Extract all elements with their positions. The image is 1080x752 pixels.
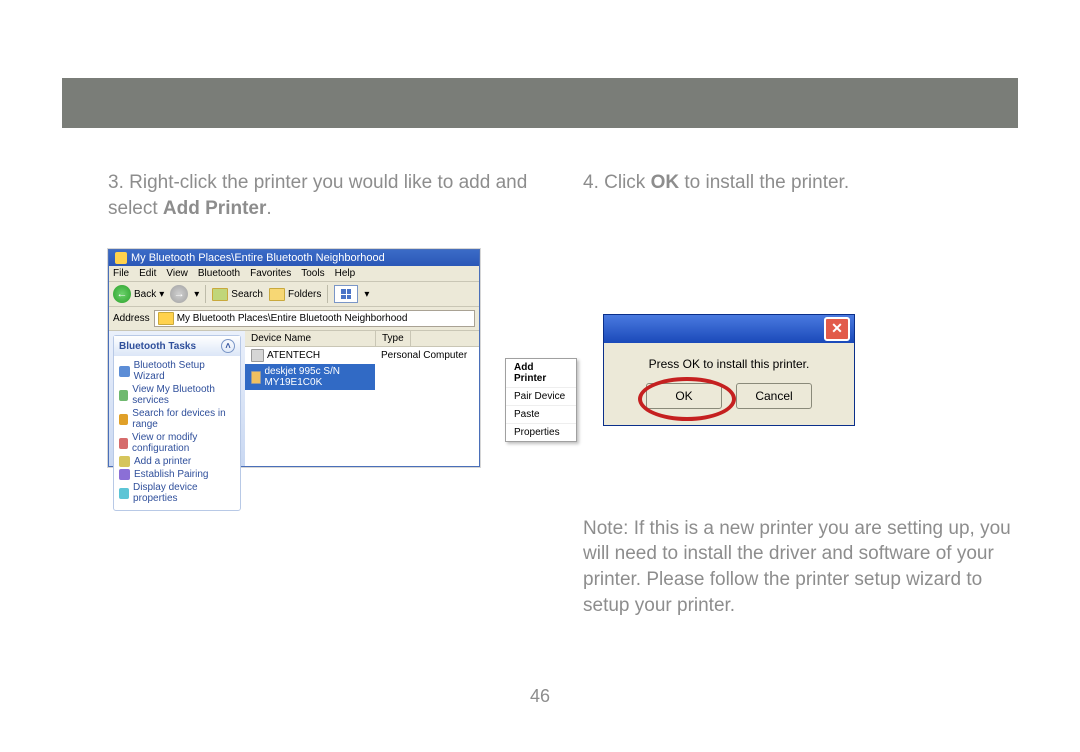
back-button[interactable]: ← Back ▾ bbox=[113, 285, 164, 303]
sidebar-item-label: Bluetooth Setup Wizard bbox=[134, 360, 235, 382]
folder-icon bbox=[269, 288, 285, 301]
sidebar-item[interactable]: Search for devices in range bbox=[119, 407, 235, 431]
sidebar-item-label: View or modify configuration bbox=[132, 432, 235, 454]
address-label: Address bbox=[113, 313, 150, 324]
toolbar: ← Back ▾ → ▾ Search Folders bbox=[109, 282, 479, 307]
search-label: Search bbox=[231, 289, 263, 300]
sidebar-item[interactable]: View or modify configuration bbox=[119, 431, 235, 455]
back-icon: ← bbox=[113, 285, 131, 303]
task-icon bbox=[119, 469, 130, 480]
explorer-window: My Bluetooth Places\Entire Bluetooth Nei… bbox=[108, 249, 480, 467]
address-field[interactable]: My Bluetooth Places\Entire Bluetooth Nei… bbox=[154, 310, 475, 327]
cancel-button[interactable]: Cancel bbox=[736, 383, 812, 409]
search-icon bbox=[212, 288, 228, 301]
view-button[interactable] bbox=[334, 285, 358, 303]
titlebar: My Bluetooth Places\Entire Bluetooth Nei… bbox=[109, 250, 479, 266]
sidebar-item[interactable]: View My Bluetooth services bbox=[119, 383, 235, 407]
note-text: Note: If this is a new printer you are s… bbox=[583, 516, 1018, 619]
sidebar-item[interactable]: Add a printer bbox=[119, 455, 235, 468]
task-icon bbox=[119, 438, 128, 449]
side-panel-title: Bluetooth Tasks bbox=[119, 341, 196, 352]
location-icon bbox=[158, 312, 174, 325]
task-icon bbox=[119, 414, 128, 425]
window-title: My Bluetooth Places\Entire Bluetooth Nei… bbox=[131, 252, 385, 264]
task-icon bbox=[119, 390, 128, 401]
device-icon bbox=[251, 349, 264, 362]
device-row-selected[interactable]: deskjet 995c S/N MY19E1C0K bbox=[245, 364, 479, 390]
page-number: 46 bbox=[0, 686, 1080, 707]
left-column: 3. Right-click the printer you would lik… bbox=[108, 170, 543, 637]
sidebar-item-label: View My Bluetooth services bbox=[132, 384, 235, 406]
sidebar-item-label: Add a printer bbox=[134, 456, 191, 467]
menu-file[interactable]: File bbox=[113, 268, 129, 279]
search-button[interactable]: Search bbox=[212, 288, 263, 301]
dropdown-icon: ▾ bbox=[194, 289, 199, 300]
view-icon bbox=[341, 289, 351, 299]
menu-tools[interactable]: Tools bbox=[301, 268, 324, 279]
col-device-name[interactable]: Device Name bbox=[245, 331, 376, 346]
dropdown-icon: ▾ bbox=[159, 289, 164, 300]
task-icon bbox=[119, 488, 129, 499]
sidebar-item-label: Search for devices in range bbox=[132, 408, 235, 430]
file-list: Device Name Type ATENTECH Personal Compu… bbox=[245, 331, 479, 466]
menu-edit[interactable]: Edit bbox=[139, 268, 156, 279]
folders-label: Folders bbox=[288, 289, 321, 300]
sidebar-item[interactable]: Bluetooth Setup Wizard bbox=[119, 359, 235, 383]
dropdown-icon: ▾ bbox=[364, 289, 369, 300]
close-icon: ✕ bbox=[831, 320, 843, 337]
device-name: ATENTECH bbox=[267, 350, 320, 361]
device-row[interactable]: ATENTECH Personal Computer bbox=[245, 347, 479, 364]
menu-bluetooth[interactable]: Bluetooth bbox=[198, 268, 240, 279]
sidebar-item[interactable]: Establish Pairing bbox=[119, 468, 235, 481]
folders-button[interactable]: Folders bbox=[269, 288, 321, 301]
address-value: My Bluetooth Places\Entire Bluetooth Nei… bbox=[177, 313, 408, 324]
sidebar-item-label: Display device properties bbox=[133, 482, 235, 504]
forward-button[interactable]: → bbox=[170, 285, 188, 303]
printer-icon bbox=[251, 371, 261, 384]
context-menu: Add Printer Pair Device Paste Properties bbox=[505, 358, 577, 442]
sidebar-item-label: Establish Pairing bbox=[134, 469, 208, 480]
column-headers: Device Name Type bbox=[245, 331, 479, 347]
step-4: 4. Click OK to install the printer. bbox=[583, 170, 1018, 196]
menu-view[interactable]: View bbox=[166, 268, 188, 279]
header-bar bbox=[62, 78, 1018, 128]
device-name: deskjet 995c S/N MY19E1C0K bbox=[264, 366, 369, 388]
step-4-text: 4. Click bbox=[583, 172, 651, 193]
task-icon bbox=[119, 456, 130, 467]
dialog-titlebar: ✕ bbox=[604, 315, 854, 343]
ctx-pair-device[interactable]: Pair Device bbox=[506, 388, 576, 406]
ctx-paste[interactable]: Paste bbox=[506, 406, 576, 424]
sidebar: Bluetooth Tasks ˄ Bluetooth Setup Wizard… bbox=[109, 331, 245, 466]
side-panel-header[interactable]: Bluetooth Tasks ˄ bbox=[114, 336, 240, 356]
separator bbox=[205, 285, 206, 303]
step-4-bold: OK bbox=[651, 172, 680, 193]
menubar: File Edit View Bluetooth Favorites Tools… bbox=[109, 266, 479, 282]
step-4-suffix: to install the printer. bbox=[679, 172, 849, 193]
dialog-message: Press OK to install this printer. bbox=[614, 357, 844, 371]
chevron-icon: ˄ bbox=[221, 339, 235, 353]
task-icon bbox=[119, 366, 130, 377]
ctx-add-printer[interactable]: Add Printer bbox=[506, 359, 576, 388]
right-column: 4. Click OK to install the printer. ✕ Pr… bbox=[583, 170, 1018, 637]
menu-help[interactable]: Help bbox=[335, 268, 356, 279]
step-3-bold: Add Printer bbox=[163, 198, 266, 219]
window-icon bbox=[115, 252, 127, 264]
ok-button[interactable]: OK bbox=[646, 383, 722, 409]
col-type[interactable]: Type bbox=[376, 331, 411, 346]
menu-favorites[interactable]: Favorites bbox=[250, 268, 291, 279]
separator bbox=[327, 285, 328, 303]
install-dialog: ✕ Press OK to install this printer. OK C… bbox=[603, 314, 855, 426]
step-3: 3. Right-click the printer you would lik… bbox=[108, 170, 543, 221]
step-3-suffix: . bbox=[266, 198, 271, 219]
device-type: Personal Computer bbox=[375, 348, 473, 363]
back-label: Back bbox=[134, 289, 156, 300]
ctx-properties[interactable]: Properties bbox=[506, 424, 576, 441]
sidebar-item[interactable]: Display device properties bbox=[119, 481, 235, 505]
close-button[interactable]: ✕ bbox=[824, 317, 850, 341]
address-bar: Address My Bluetooth Places\Entire Bluet… bbox=[109, 307, 479, 331]
